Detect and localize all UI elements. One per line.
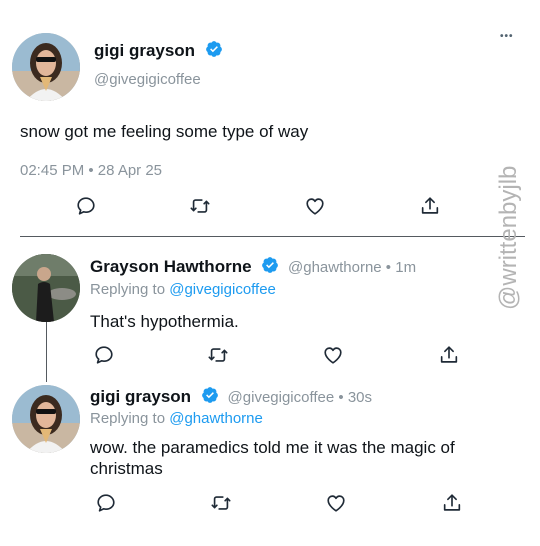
comment-icon[interactable] xyxy=(73,193,99,219)
reply1-handle-time[interactable]: @ghawthorne • 1m xyxy=(288,259,416,276)
like-icon[interactable] xyxy=(323,490,349,516)
watermark-text: @writtenbyjlb xyxy=(495,165,522,310)
thread-connector xyxy=(46,322,47,382)
retweet-icon[interactable] xyxy=(187,193,213,219)
reply2-handle-time[interactable]: @givegigicoffee • 30s xyxy=(228,389,372,406)
share-icon[interactable] xyxy=(436,342,462,368)
reply2-text: wow. the paramedics told me it was the m… xyxy=(90,438,455,478)
verified-badge-icon xyxy=(205,40,223,63)
avatar-grayson-hawthorne[interactable] xyxy=(12,254,80,322)
reply2-replying-to: Replying to @ghawthorne xyxy=(90,410,263,427)
thread-divider xyxy=(20,236,525,237)
like-icon[interactable] xyxy=(302,193,328,219)
share-icon[interactable] xyxy=(439,490,465,516)
reply1-replying-to: Replying to @givegigicoffee xyxy=(90,281,276,298)
author-display-name[interactable]: gigi grayson xyxy=(94,40,223,63)
reply1-display-name[interactable]: Grayson Hawthorne @ghawthorne • 1m xyxy=(90,256,416,279)
share-icon[interactable] xyxy=(417,193,443,219)
tweet-timestamp[interactable]: 02:45 PM • 28 Apr 25 xyxy=(20,162,162,179)
reply2-mention-link[interactable]: @ghawthorne xyxy=(169,410,263,427)
reply1-text: That's hypothermia. xyxy=(90,312,239,331)
verified-badge-icon xyxy=(261,256,279,279)
comment-icon[interactable] xyxy=(93,490,119,516)
avatar-gigi-grayson[interactable] xyxy=(12,33,80,101)
comment-icon[interactable] xyxy=(91,342,117,368)
reply2-display-name[interactable]: gigi grayson @givegigicoffee • 30s xyxy=(90,386,372,409)
avatar-gigi-grayson-reply[interactable] xyxy=(12,385,80,453)
author-handle[interactable]: @givegigicoffee xyxy=(94,71,201,88)
verified-badge-icon xyxy=(201,386,219,409)
like-icon[interactable] xyxy=(320,342,346,368)
more-icon[interactable]: ••• xyxy=(500,31,514,42)
reply1-mention-link[interactable]: @givegigicoffee xyxy=(169,281,276,298)
retweet-icon[interactable] xyxy=(205,342,231,368)
tweet-text: snow got me feeling some type of way xyxy=(20,122,309,141)
retweet-icon[interactable] xyxy=(208,490,234,516)
